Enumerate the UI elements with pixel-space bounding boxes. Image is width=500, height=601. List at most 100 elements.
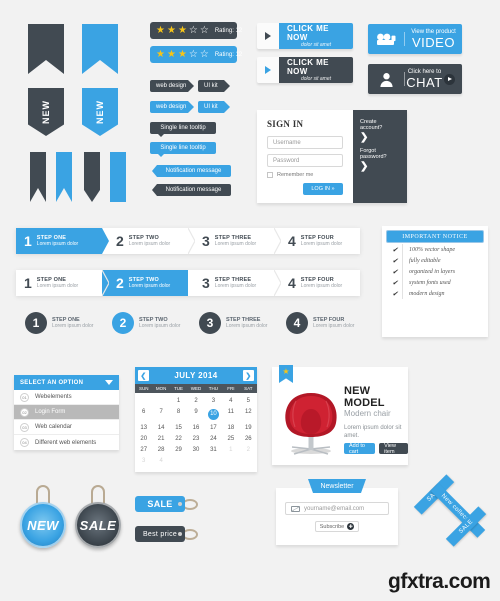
step-subtitle: Lorem ipsum dolor [313,323,355,329]
calendar-day[interactable]: 11 [222,406,239,422]
calendar-day[interactable]: 14 [152,422,169,433]
circle-step-2[interactable]: 2 STEP TWO Lorem ipsum dolor [112,312,180,334]
ribbon-blue-notch-thin [56,152,72,202]
calendar-day[interactable]: 1 [170,395,187,406]
divider [402,288,403,299]
calendar-day[interactable]: 22 [170,433,187,444]
step-item-2[interactable]: 2 STEP TWO Lorem ipsum dolor [102,228,195,254]
login-button[interactable]: LOG IN » [303,183,343,195]
star-icon: ☆ [188,24,198,36]
create-account-chevron-icon[interactable]: ❯ [360,132,400,143]
step-item-3[interactable]: 3 STEP THREE Lorem ipsum dolor [188,228,281,254]
calendar-day[interactable]: 7 [152,406,169,422]
calendar-day[interactable]: 20 [135,433,152,444]
tooltip-blue: Single line tooltip [150,142,216,157]
calendar-day[interactable]: 27 [135,444,152,455]
calendar-day-next-month[interactable]: 2 [240,444,257,455]
calendar-day[interactable]: 6 [135,406,152,422]
product-description: Lorem ipsum dolor sit amet. [344,425,402,439]
calendar-day[interactable]: 2 [187,395,204,406]
step-item-2[interactable]: 2 STEP TWO Lorem ipsum dolor [102,270,195,296]
notice-list: ✔ 100% vector shape ✔ fully editable ✔ o… [388,244,482,299]
cta-subtitle: dolor sit amet [300,42,331,48]
calendar-day-grid[interactable]: 1 2 3 4 5 6 7 8 9 10 11 12 13 14 15 16 17 18 19 20 21 22 23 24 2… [135,393,257,468]
step-number: 4 [288,275,296,291]
select-option-different-web-elements[interactable]: 04 Different web elements [14,435,119,450]
calendar-day[interactable]: 26 [240,433,257,444]
calendar-day[interactable]: 12 [240,406,257,422]
calendar-day[interactable]: 16 [187,422,204,433]
username-field[interactable]: Username [267,136,343,149]
calendar-day[interactable]: 29 [170,444,187,455]
calendar-prev-icon[interactable]: ❮ [138,370,149,381]
calendar-day[interactable]: 24 [205,433,222,444]
calendar-day[interactable]: 25 [222,433,239,444]
divider [402,266,403,277]
circle-step-text: STEP ONE Lorem ipsum dolor [52,317,93,329]
notice-item-label: system fonts used [409,279,451,286]
calendar-day[interactable]: 9 [187,406,204,422]
calendar-day[interactable]: 17 [205,422,222,433]
step-subtitle: Lorem ipsum dolor [300,283,343,289]
step-item-1[interactable]: 1 STEP ONE Lorem ipsum dolor [16,228,109,254]
cta-button-blue[interactable]: CLICK ME NOW dolor sit amet [257,23,353,49]
forgot-password-chevron-icon[interactable]: ❯ [360,161,400,172]
view-video-button[interactable]: View the product VIDEO [368,24,462,54]
bookmark-shape [28,24,64,74]
add-to-cart-button[interactable]: Add to cart [344,443,376,455]
calendar-day[interactable]: 4 [222,395,239,406]
pricetag-best-price[interactable]: Best price [135,526,185,542]
calendar-day[interactable]: 21 [152,433,169,444]
step-item-3[interactable]: 3 STEP THREE Lorem ipsum dolor [188,270,281,296]
newsletter-email-input[interactable]: yourname@email.com [285,502,389,515]
step-item-4[interactable]: 4 STEP FOUR Lorem ipsum dolor [274,270,360,296]
calendar-day[interactable]: 3 [205,395,222,406]
calendar-day[interactable]: 30 [187,444,204,455]
rating-widget-dark[interactable]: ★ ★ ★ ☆ ☆ Rating: 12 [150,22,242,39]
step-item-1[interactable]: 1 STEP ONE Lorem ipsum dolor [16,270,109,296]
remember-me-checkbox[interactable] [267,172,273,178]
password-field[interactable]: Password [267,154,343,167]
calendar-day[interactable]: 31 [205,444,222,455]
calendar-day[interactable]: 23 [187,433,204,444]
calendar-day[interactable]: 15 [170,422,187,433]
calendar-day-next-month[interactable]: 4 [152,455,169,466]
select-option-login-form[interactable]: 02 Login Form [14,405,119,420]
select-dropdown[interactable]: SELECT AN OPTION 01 Webelements 02 Login… [14,375,119,450]
option-label: Different web elements [35,439,97,446]
step-item-4[interactable]: 4 STEP FOUR Lorem ipsum dolor [274,228,360,254]
calendar-day[interactable]: 19 [240,422,257,433]
calendar-day-selected[interactable]: 10 [205,406,222,422]
calendar-next-icon[interactable]: ❯ [242,370,254,381]
tag-web-design-blue[interactable]: web design [150,101,194,113]
circle-step-1[interactable]: 1 STEP ONE Lorem ipsum dolor [25,312,93,334]
calendar-day-next-month[interactable]: 3 [135,455,152,466]
chat-button[interactable]: Click here to CHAT [368,64,462,94]
circle-step-3[interactable]: 3 STEP THREE Lorem ipsum dolor [199,312,267,334]
tag-web-design-dark[interactable]: web design [150,80,194,92]
select-option-web-calendar[interactable]: 03 Web calendar [14,420,119,435]
notice-list-item: ✔ system fonts used [388,277,482,288]
calendar-day-next-month[interactable]: 1 [222,444,239,455]
cta-button-dark[interactable]: CLICK ME NOW dolor sit amet [257,57,353,83]
select-option-webelements[interactable]: 01 Webelements [14,390,119,405]
select-header[interactable]: SELECT AN OPTION [14,375,119,390]
calendar-weekday-row: SUN MON TUE WED THU FRI SAT [135,384,257,393]
remember-me-row[interactable]: Remember me [267,172,343,178]
view-item-button[interactable]: View item [379,443,408,455]
circle-step-4[interactable]: 4 STEP FOUR Lorem ipsum dolor [286,312,354,334]
calendar-day[interactable]: 28 [152,444,169,455]
tag-ui-kit-blue[interactable]: UI kit [198,101,230,113]
ribbon-shape [110,152,126,202]
step-subtitle: Lorem ipsum dolor [214,283,257,289]
calendar-day[interactable]: 13 [135,422,152,433]
calendar-day[interactable]: 5 [240,395,257,406]
pricetag-sale[interactable]: SALE [135,496,185,512]
option-number: 01 [20,392,29,402]
rating-widget-blue[interactable]: ★ ★ ★ ☆ ☆ Rating: 12 [150,46,242,63]
option-label: Login Form [35,409,66,415]
calendar-day[interactable]: 18 [222,422,239,433]
subscribe-button[interactable]: Subscribe ✚ [315,521,359,532]
calendar-day[interactable]: 8 [170,406,187,422]
tag-ui-kit-dark[interactable]: UI kit [198,80,230,92]
